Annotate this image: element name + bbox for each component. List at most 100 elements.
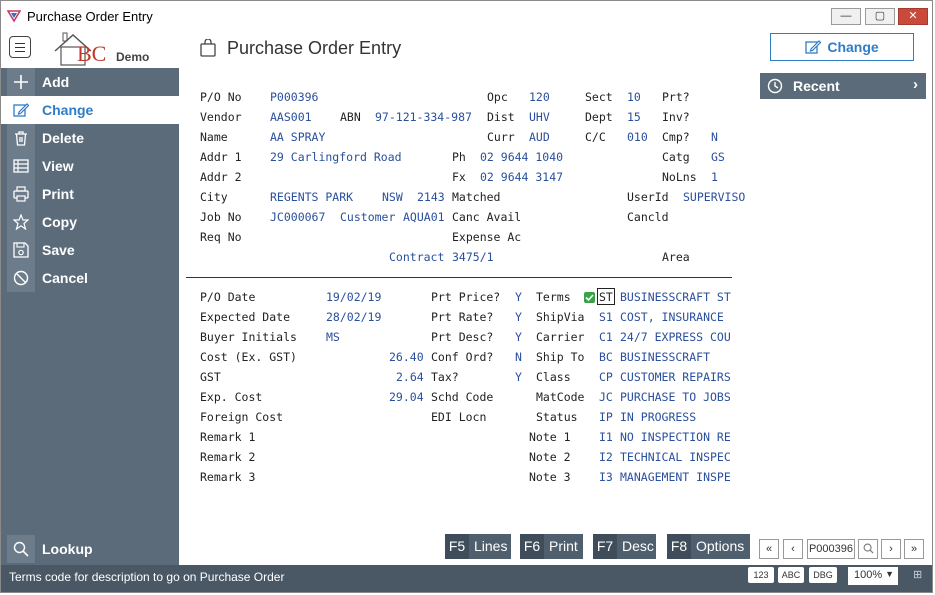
inv-label: Inv? [662,110,690,124]
curr-field[interactable]: AUD [529,130,550,144]
po-date-label: P/O Date [200,290,256,304]
previous-record-button[interactable]: ‹ [783,539,803,559]
vendor-field[interactable]: AAS001 [270,110,312,124]
edit-icon [13,103,29,117]
postcode-field[interactable]: 2143 [417,190,445,204]
note2-code-field[interactable]: I2 [599,450,613,464]
section-divider [186,277,732,278]
search-icon [863,543,874,554]
sidebar-item-view[interactable]: View [1,152,179,180]
next-record-button[interactable]: › [881,539,901,559]
addr1-field[interactable]: 29 Carlingford Road [270,150,402,164]
contract-field[interactable]: 3475/1 [452,250,494,264]
prt-desc-field[interactable]: Y [515,330,522,344]
debug-button[interactable]: DBG [809,567,837,583]
alpha-mode-button[interactable]: ABC [778,567,804,583]
f8-options-button[interactable]: F8 Options [667,534,750,559]
note3-desc: MANAGEMENT INSPE [620,470,731,484]
terms-code-field[interactable]: ST [599,290,613,304]
sidebar-item-change[interactable]: Change [1,96,179,124]
ship-to-code-field[interactable]: BC [599,350,613,364]
sidebar-item-label: Add [42,74,70,90]
expected-date-field[interactable]: 28/02/19 [326,310,381,324]
shipvia-code-field[interactable]: S1 [599,310,613,324]
buyer-initials-label: Buyer Initials [200,330,297,344]
recent-panel-header[interactable]: Recent › [760,73,926,99]
po-form: P/O No P000396 Vendor AAS001 ABN 97-121-… [179,68,759,565]
matcode-label: MatCode [536,390,585,404]
app-header: BC Demo Purchase Order Entry Change [1,32,932,68]
tax-field[interactable]: Y [515,370,522,384]
edit-icon [805,40,822,54]
cmp-field[interactable]: N [711,130,718,144]
shipvia-label: ShipVia [536,310,585,324]
close-button[interactable]: ✕ [898,8,928,25]
catg-field[interactable]: GS [711,150,725,164]
exp-cost-label: Exp. Cost [200,390,263,404]
dept-field[interactable]: 15 [627,110,641,124]
carrier-code-field[interactable]: C1 [599,330,613,344]
minimize-button[interactable]: — [831,8,861,25]
sidebar-item-label: Lookup [42,541,93,557]
cc-field[interactable]: 010 [627,130,648,144]
sidebar-item-copy[interactable]: Copy [1,208,179,236]
gst-field[interactable]: 2.64 [396,370,424,384]
ph-field[interactable]: 02 9644 1040 [480,150,563,164]
status-label: Status [536,410,578,424]
hamburger-menu-button[interactable] [9,36,31,58]
conf-ord-field[interactable]: N [515,350,522,364]
name-field[interactable]: AA SPRAY [270,130,325,144]
f7-desc-button[interactable]: F7 Desc [593,534,656,559]
nolns-field[interactable]: 1 [711,170,718,184]
sidebar-item-add[interactable]: Add [1,68,179,96]
abn-field[interactable]: 97-121-334-987 [375,110,472,124]
sidebar: Add Change Delete View Print Copy Save C… [1,68,179,565]
maximize-button[interactable]: ▢ [865,8,895,25]
matcode-desc: PURCHASE TO JOBS [620,390,731,404]
cmp-label: Cmp? [662,130,690,144]
sect-field[interactable]: 10 [627,90,641,104]
f5-lines-button[interactable]: F5 Lines [445,534,511,559]
matcode-code-field[interactable]: JC [599,390,613,404]
note1-label: Note 1 [529,430,571,444]
f6-print-button[interactable]: F6 Print [520,534,583,559]
dist-field[interactable]: UHV [529,110,550,124]
numeric-mode-button[interactable]: 123 [748,567,774,583]
bag-icon [200,39,216,57]
opc-field[interactable]: 120 [529,90,550,104]
fx-field[interactable]: 02 9644 3147 [480,170,563,184]
buyer-initials-field[interactable]: MS [326,330,340,344]
zoom-select[interactable]: 100% ▼ [848,567,898,585]
state-field[interactable]: NSW [382,190,403,204]
po-date-field[interactable]: 19/02/19 [326,290,381,304]
last-record-button[interactable]: » [904,539,924,559]
sidebar-item-cancel[interactable]: Cancel [1,264,179,292]
customer-field[interactable]: AQUA01 [403,210,445,224]
job-no-field[interactable]: JC000067 [270,210,325,224]
first-record-button[interactable]: « [759,539,779,559]
class-code-field[interactable]: CP [599,370,613,384]
sidebar-item-delete[interactable]: Delete [1,124,179,152]
note3-code-field[interactable]: I3 [599,470,613,484]
prt-rate-field[interactable]: Y [515,310,522,324]
change-action-button[interactable]: Change [770,33,914,61]
status-code-field[interactable]: IP [599,410,613,424]
fkey-label: Print [549,538,578,554]
po-no-field[interactable]: P000396 [270,90,318,104]
sidebar-item-print[interactable]: Print [1,180,179,208]
userid-field[interactable]: SUPERVISO [683,190,745,204]
sidebar-item-save[interactable]: Save [1,236,179,264]
carrier-label: Carrier [536,330,585,344]
sidebar-item-lookup[interactable]: Lookup [1,535,179,563]
prt-price-field[interactable]: Y [515,290,522,304]
prt-rate-label: Prt Rate? [431,310,494,324]
city-field[interactable]: REGENTS PARK [270,190,353,204]
note1-code-field[interactable]: I1 [599,430,613,444]
expected-date-label: Expected Date [200,310,291,324]
exp-cost-field[interactable]: 29.04 [389,390,424,404]
fkey-code: F5 [445,534,469,559]
dist-label: Dist [487,110,515,124]
cost-field[interactable]: 26.40 [389,350,424,364]
record-nav-input[interactable]: P000396 [807,539,855,559]
search-record-button[interactable] [858,539,878,559]
